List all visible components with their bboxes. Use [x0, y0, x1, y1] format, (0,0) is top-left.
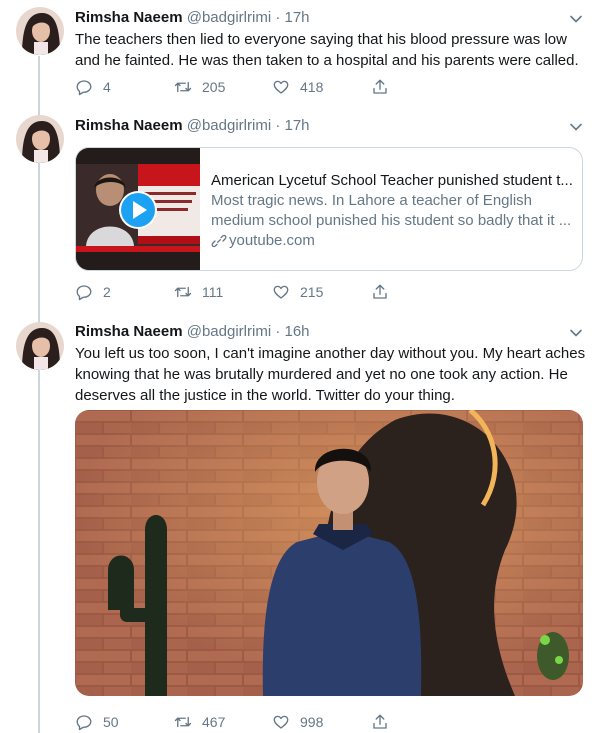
separator-dot: ·	[275, 323, 281, 340]
share-button[interactable]	[371, 77, 389, 97]
retweet-count: 205	[202, 79, 226, 95]
tweet-text: You left us too soon, I can't imagine an…	[75, 345, 586, 404]
like-button[interactable]: 418	[272, 77, 323, 97]
play-icon[interactable]	[118, 190, 158, 230]
author-name[interactable]: Rimsha Naeem	[75, 323, 183, 340]
chevron-down-icon[interactable]	[569, 120, 583, 134]
tweet[interactable]: Rimsha Naeem @badgirlrimi · 17h American…	[0, 110, 597, 316]
timestamp[interactable]: 17h	[285, 117, 310, 134]
share-button[interactable]	[371, 712, 389, 732]
retweet-button[interactable]: 111	[174, 282, 223, 302]
avatar[interactable]	[16, 115, 64, 163]
tweet-header: Rimsha Naeem @badgirlrimi · 17h	[75, 8, 310, 28]
author-handle[interactable]: @badgirlrimi	[187, 117, 271, 134]
like-count: 418	[300, 79, 324, 95]
author-name[interactable]: Rimsha Naeem	[75, 117, 183, 134]
reply-button[interactable]: 4	[75, 77, 111, 97]
like-icon	[273, 285, 289, 299]
like-icon	[273, 715, 289, 729]
avatar[interactable]	[16, 7, 64, 55]
chevron-down-icon[interactable]	[569, 326, 583, 340]
reply-count: 2	[103, 284, 111, 300]
card-domain-text: youtube.com	[229, 232, 315, 249]
author-handle[interactable]: @badgirlrimi	[187, 323, 271, 340]
reply-button[interactable]: 2	[75, 282, 111, 302]
retweet-button[interactable]: 467	[174, 712, 225, 732]
retweet-icon	[174, 716, 192, 728]
avatar[interactable]	[16, 322, 64, 370]
separator-dot: ·	[275, 9, 281, 26]
timestamp[interactable]: 16h	[285, 323, 310, 340]
chevron-down-icon[interactable]	[569, 12, 583, 26]
retweet-count: 111	[202, 284, 224, 300]
tweet[interactable]: Rimsha Naeem @badgirlrimi · 16h You left…	[0, 316, 597, 733]
retweet-button[interactable]: 205	[174, 77, 225, 97]
card-domain: youtube.com	[211, 231, 575, 251]
separator-dot: ·	[275, 117, 281, 134]
tweet-text: The teachers then lied to everyone sayin…	[75, 31, 579, 69]
tweet-header: Rimsha Naeem @badgirlrimi · 17h	[75, 116, 310, 136]
like-count: 215	[300, 284, 324, 300]
share-button[interactable]	[371, 282, 389, 302]
card-description: Most tragic news. In Lahore a teacher of…	[211, 192, 572, 229]
retweet-icon	[174, 286, 192, 298]
share-icon	[373, 714, 387, 729]
like-button[interactable]: 998	[272, 712, 323, 732]
link-preview-card[interactable]: American Lycetuf School Teacher punished…	[75, 147, 583, 271]
tweet[interactable]: Rimsha Naeem @badgirlrimi · 17h The teac…	[0, 0, 597, 110]
card-text: American Lycetuf School Teacher punished…	[211, 171, 575, 251]
card-title[interactable]: American Lycetuf School Teacher punished…	[211, 171, 575, 191]
share-icon	[373, 284, 387, 299]
author-name[interactable]: Rimsha Naeem	[75, 9, 183, 26]
tweet-photo[interactable]	[75, 410, 583, 696]
reply-icon	[76, 285, 92, 301]
reply-button[interactable]: 50	[75, 712, 119, 732]
timestamp[interactable]: 17h	[285, 9, 310, 26]
author-handle[interactable]: @badgirlrimi	[187, 9, 271, 26]
like-icon	[273, 80, 289, 94]
reply-count: 4	[103, 79, 111, 95]
like-count: 998	[300, 714, 324, 730]
link-icon	[211, 234, 227, 248]
tweet-header: Rimsha Naeem @badgirlrimi · 16h	[75, 322, 310, 342]
retweet-count: 467	[202, 714, 226, 730]
like-button[interactable]: 215	[272, 282, 323, 302]
reply-icon	[76, 715, 92, 731]
video-thumbnail[interactable]	[76, 148, 200, 270]
share-icon	[373, 79, 387, 94]
reply-icon	[76, 80, 92, 96]
retweet-icon	[174, 81, 192, 93]
reply-count: 50	[103, 714, 119, 730]
